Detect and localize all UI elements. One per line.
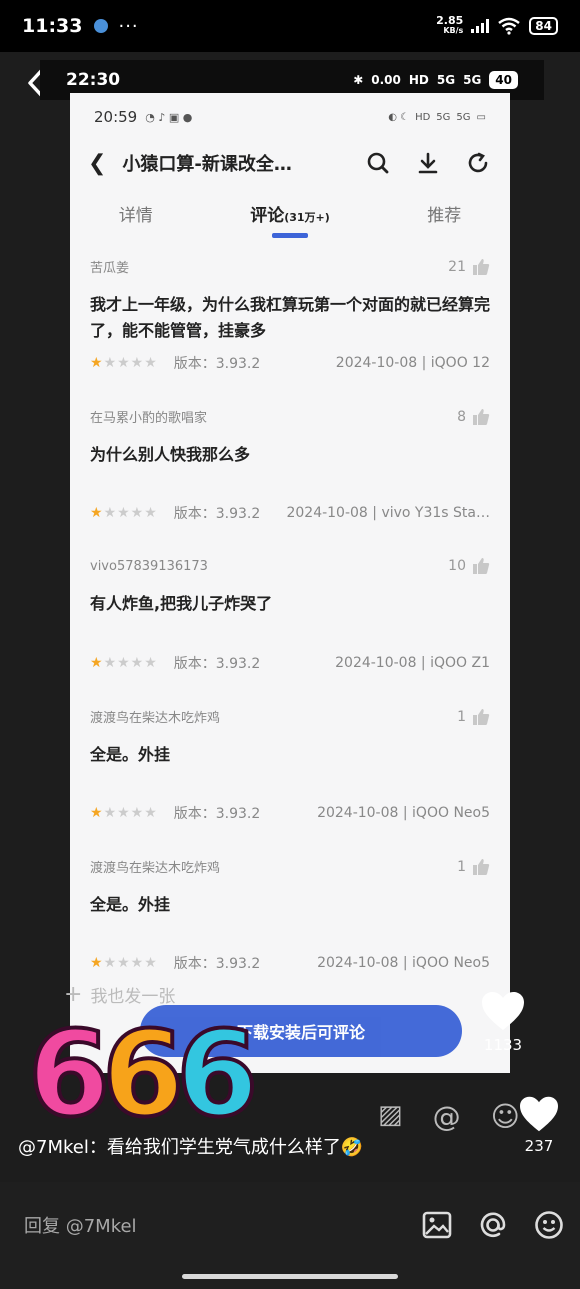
review-username[interactable]: 渡渡鸟在柴达木吃炸鸡 xyxy=(90,707,220,726)
tab-recommend[interactable]: 推荐 xyxy=(427,201,461,226)
thumbs-up-icon xyxy=(473,408,490,425)
comment-like-button[interactable]: 237 xyxy=(516,1095,562,1155)
review-version: 版本：3.93.2 xyxy=(173,356,261,372)
recorded-net-speed: 0.00 xyxy=(371,73,401,87)
review-text: 全是。外挂 xyxy=(90,895,171,914)
video-like-button[interactable]: 1133 xyxy=(478,990,528,1054)
heart-icon xyxy=(520,1096,558,1132)
thumbs-up-icon xyxy=(473,558,490,574)
review-version: 版本：3.93.2 xyxy=(173,806,261,822)
review-item: vivo57839136173 10 有人炸鱼,把我儿子炸哭了 ★★★★★ 版本：3.9… xyxy=(70,541,510,691)
emoji-icon[interactable] xyxy=(532,1208,566,1242)
review-username[interactable]: vivo57839136173 xyxy=(90,559,208,574)
app-header: ❮ 小猿口算-新课改全… xyxy=(70,141,510,185)
home-indicator[interactable] xyxy=(182,1274,398,1279)
signal-5g-icon: 5G xyxy=(436,73,456,87)
status-time: 11:33 xyxy=(22,15,83,37)
review-text: 我才上一年级，为什么我杠算玩第一个对面的就已经算完了，能不能管管，挂豪多 xyxy=(90,295,491,340)
review-like-button[interactable]: 10 xyxy=(448,557,490,575)
image-icon[interactable] xyxy=(420,1208,454,1242)
status-right: 2.85 KB/s 84 xyxy=(436,14,558,36)
review-like-button[interactable]: 21 xyxy=(448,258,490,276)
review-text: 为什么别人快我那么多 xyxy=(90,445,251,464)
review-like-count: 1 xyxy=(457,708,466,725)
review-text: 全是。外挂 xyxy=(90,745,171,764)
app-back-icon[interactable]: ❮ xyxy=(88,151,106,176)
heart-icon xyxy=(482,992,524,1030)
review-date-device: 2024-10-08 | iQOO 12 xyxy=(335,355,490,371)
reply-bar: 回复 @7Mkel xyxy=(0,1182,580,1289)
at-icon-dim: @ xyxy=(432,1100,461,1133)
status-bar: 11:33 ··· 2.85 KB/s 84 xyxy=(0,0,580,52)
app-status-time: 20:59 xyxy=(94,108,138,126)
recorded-app-screen: 20:59 ◔ ♪ ▣ ● ◐ ☾ HD 5G 5G ▭ ❮ 小猿口算-新课改全… 详情… xyxy=(70,93,510,1073)
app-status-icons: ◔ ♪ ▣ ● xyxy=(145,110,193,124)
recorded-status-time: 22:30 xyxy=(66,70,121,90)
review-like-button[interactable]: 1 xyxy=(457,858,490,876)
app-title: 小猿口算-新课改全… xyxy=(122,154,292,175)
tab-comments[interactable]: 评论(31万+) xyxy=(250,201,330,238)
review-username[interactable]: 苦瓜姜 xyxy=(90,257,129,276)
rating-stars: ★★★★★ xyxy=(90,505,158,521)
review-like-count: 1 xyxy=(457,858,466,875)
video-like-count: 1133 xyxy=(483,1036,523,1054)
more-notifications-icon: ··· xyxy=(118,15,139,37)
bluetooth-icon: ✱ xyxy=(353,73,364,87)
rating-stars: ★★★★★ xyxy=(90,955,158,971)
review-version: 版本：3.93.2 xyxy=(173,506,261,522)
review-item: 苦瓜姜 21 我才上一年级，为什么我杠算玩第一个对面的就已经算完了，能不能管管，挂豪… xyxy=(70,241,510,391)
hd-icon: HD xyxy=(408,73,429,87)
rating-stars: ★★★★★ xyxy=(90,655,158,671)
review-date-device: 2024-10-08 | vivo Y31s Sta… xyxy=(286,505,490,521)
review-date-device: 2024-10-08 | iQOO Z1 xyxy=(335,655,490,671)
app-notification-icon xyxy=(94,19,109,33)
review-like-count: 8 xyxy=(457,408,466,425)
sticker-666: 666 xyxy=(26,1003,260,1145)
review-text: 有人炸鱼,把我儿子炸哭了 xyxy=(90,594,273,613)
plus-icon: + xyxy=(64,981,83,1007)
sticker-digit: 6 xyxy=(174,1003,260,1145)
thumbs-up-icon xyxy=(473,858,490,875)
review-like-button[interactable]: 8 xyxy=(457,408,490,426)
review-like-count: 10 xyxy=(448,558,466,574)
battery-indicator: 84 xyxy=(529,17,558,35)
sticker-digit: 6 xyxy=(26,1003,112,1145)
signal-5g-icon-2: 5G xyxy=(463,73,482,87)
review-like-button[interactable]: 1 xyxy=(457,708,490,726)
reply-input[interactable]: 回复 @7Mkel xyxy=(24,1212,137,1238)
comment-text: @7Mkel：看给我们学生党气成什么样了🤣 xyxy=(18,1137,364,1158)
dim-video-icons: ▨ @ ☺ xyxy=(378,1100,520,1133)
review-username[interactable]: 渡渡鸟在柴达木吃炸鸡 xyxy=(90,857,220,876)
screen: 11:33 ··· 2.85 KB/s 84 22:30 ✱ 0.00 HD 5… xyxy=(0,0,580,1289)
review-username[interactable]: 在马累小酌的歌唱家 xyxy=(90,407,207,426)
at-mention-icon[interactable] xyxy=(476,1208,510,1242)
tab-bar: 详情 评论(31万+) 推荐 xyxy=(70,185,510,241)
download-icon[interactable] xyxy=(414,149,442,177)
share-icon[interactable] xyxy=(464,149,492,177)
review-like-count: 21 xyxy=(448,258,466,275)
review-version: 版本：3.93.2 xyxy=(173,956,261,972)
review-item: 渡渡鸟在柴达木吃炸鸡 1 全是。外挂 ★★★★★ 版本：3.93.2 2024-10-08… xyxy=(70,691,510,841)
comment-like-count: 237 xyxy=(524,1137,554,1155)
review-item: 渡渡鸟在柴达木吃炸鸡 1 全是。外挂 ★★★★★ 版本：3.93.2 2024-10-08… xyxy=(70,841,510,991)
sticker-digit: 6 xyxy=(100,1003,186,1145)
review-date-device: 2024-10-08 | iQOO Neo5 xyxy=(317,805,490,821)
review-version: 版本：3.93.2 xyxy=(173,656,261,672)
rating-stars: ★★★★★ xyxy=(90,805,158,821)
rating-stars: ★★★★★ xyxy=(90,355,158,371)
search-icon[interactable] xyxy=(364,149,392,177)
network-speed: 2.85 KB/s xyxy=(436,14,464,35)
review-date-device: 2024-10-08 | iQOO Neo5 xyxy=(317,955,490,971)
image-icon-dim: ▨ xyxy=(378,1100,403,1130)
app-status-bar: 20:59 ◔ ♪ ▣ ● ◐ ☾ HD 5G 5G ▭ xyxy=(94,108,486,126)
tab-details[interactable]: 详情 xyxy=(119,201,153,226)
thumbs-up-icon xyxy=(473,258,490,275)
review-item: 在马累小酌的歌唱家 8 为什么别人快我那么多 ★★★★★ 版本：3.93.2 2024-1… xyxy=(70,391,510,541)
cell-signal-icon xyxy=(471,19,490,33)
thumbs-up-icon xyxy=(473,708,490,725)
wifi-icon xyxy=(498,17,521,35)
comments-count: (31万+) xyxy=(284,210,330,224)
recorded-battery: 40 xyxy=(489,71,518,89)
review-list: 苦瓜姜 21 我才上一年级，为什么我杠算玩第一个对面的就已经算完了，能不能管管，挂豪… xyxy=(70,241,510,991)
